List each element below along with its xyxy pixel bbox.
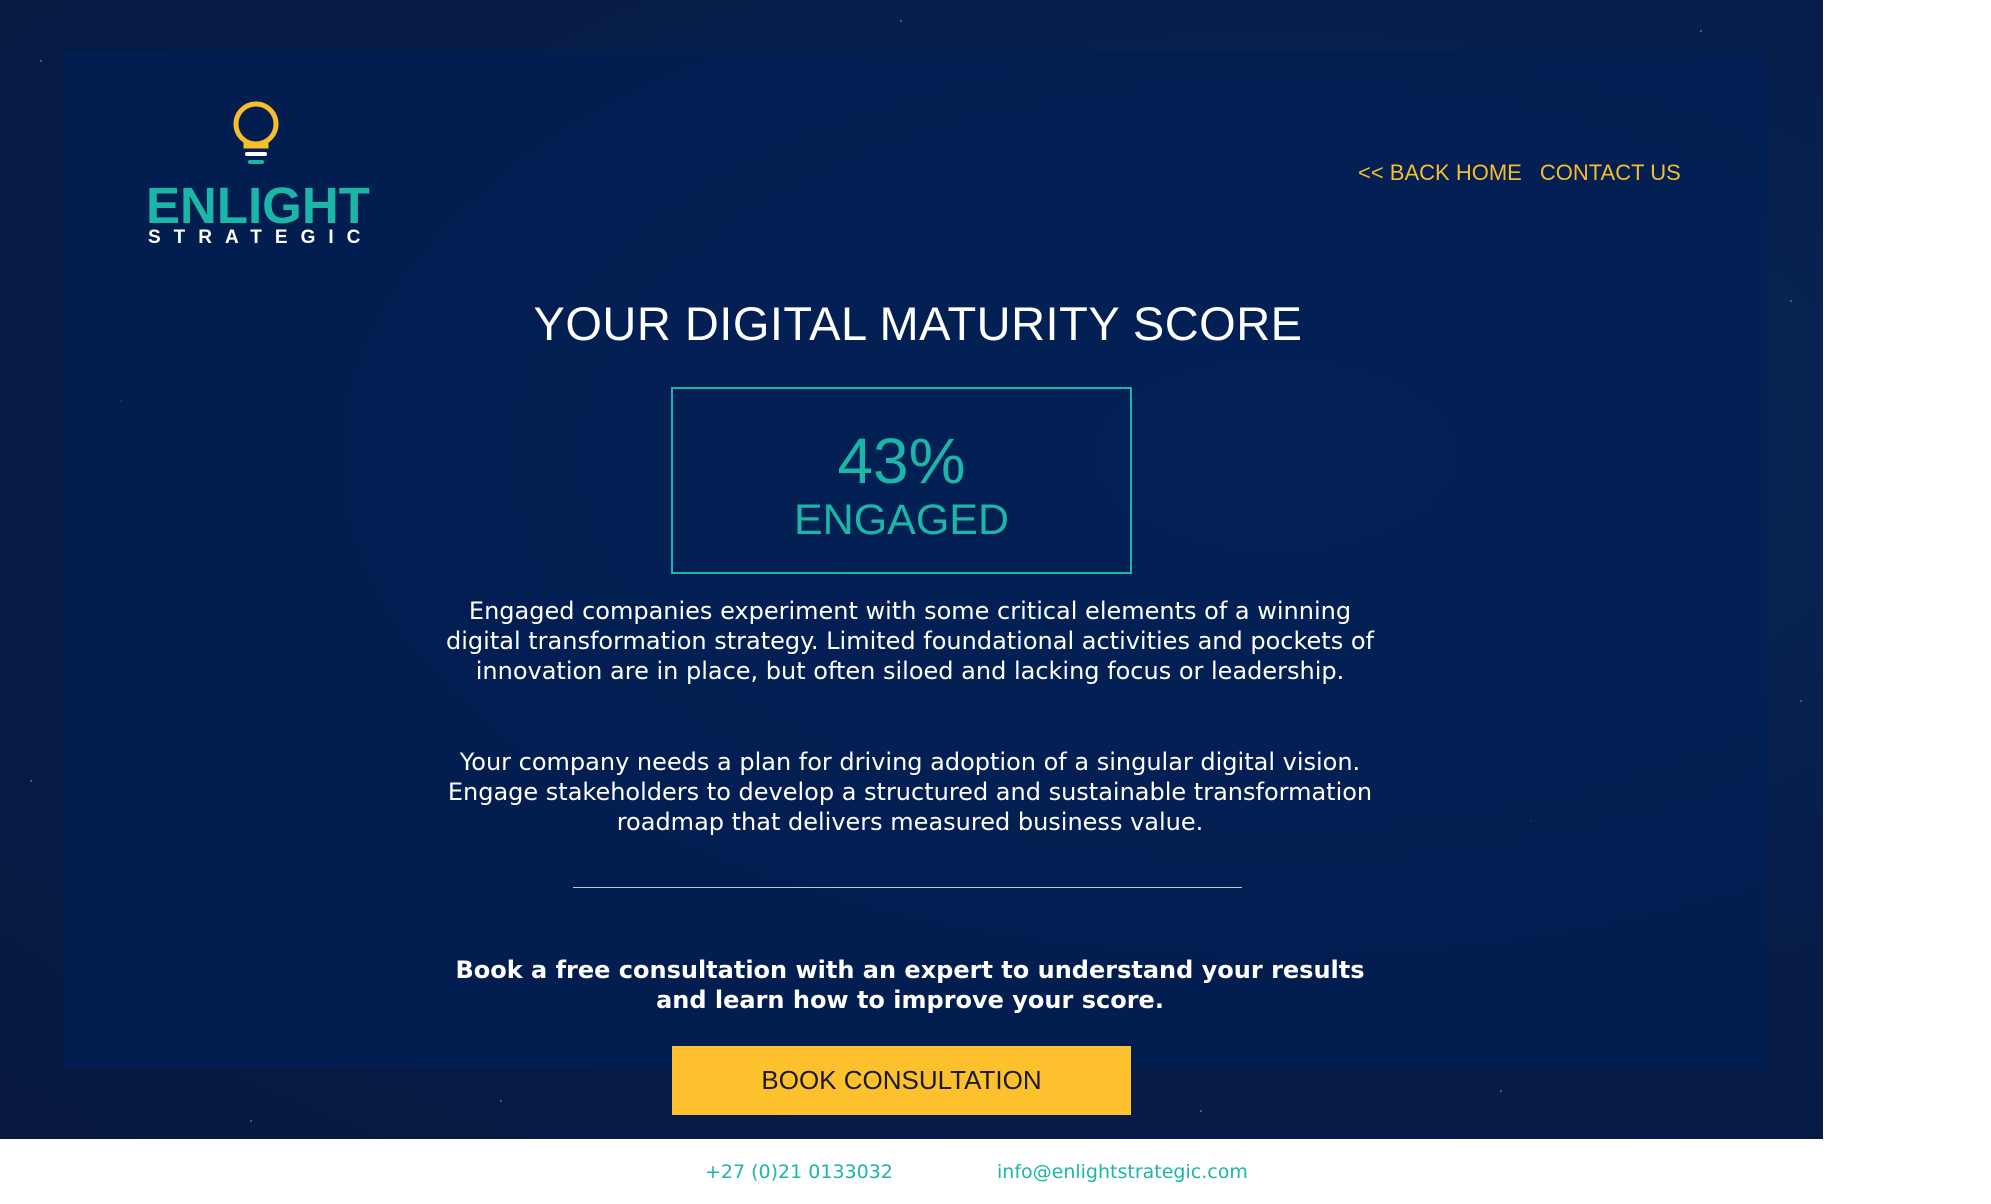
score-percent: 43%	[837, 424, 966, 497]
footer: +27 (0)21 0133032 info@enlightstrategic.…	[0, 1139, 1823, 1204]
score-level: ENGAGED	[793, 495, 1010, 544]
enlight-logo[interactable]: ENLIGHT STRATEGIC	[146, 100, 378, 250]
back-home-link[interactable]: << BACK HOME	[1358, 160, 1522, 186]
score-box: 43% ENGAGED	[671, 387, 1132, 574]
logo-sub-text: STRATEGIC	[148, 227, 374, 248]
score-description: Engaged companies experiment with some c…	[446, 597, 1374, 685]
lightbulb-icon	[233, 101, 279, 164]
consultation-prompt: Book a free consultation with an expert …	[455, 956, 1365, 1014]
book-consultation-button[interactable]: BOOK CONSULTATION	[672, 1046, 1131, 1115]
score-recommendation: Your company needs a plan for driving ad…	[447, 748, 1373, 836]
hero-section: ENLIGHT STRATEGIC << BACK HOME CONTACT U…	[0, 0, 1823, 1139]
top-nav: << BACK HOME CONTACT US	[1358, 160, 1698, 186]
footer-phone-link[interactable]: +27 (0)21 0133032	[705, 1161, 893, 1183]
page-title: YOUR DIGITAL MATURITY SCORE	[533, 297, 1303, 350]
logo-brand-text: ENLIGHT	[146, 177, 370, 234]
section-divider	[573, 887, 1242, 888]
footer-email-link[interactable]: info@enlightstrategic.com	[997, 1161, 1248, 1183]
contact-us-link[interactable]: CONTACT US	[1540, 160, 1681, 186]
